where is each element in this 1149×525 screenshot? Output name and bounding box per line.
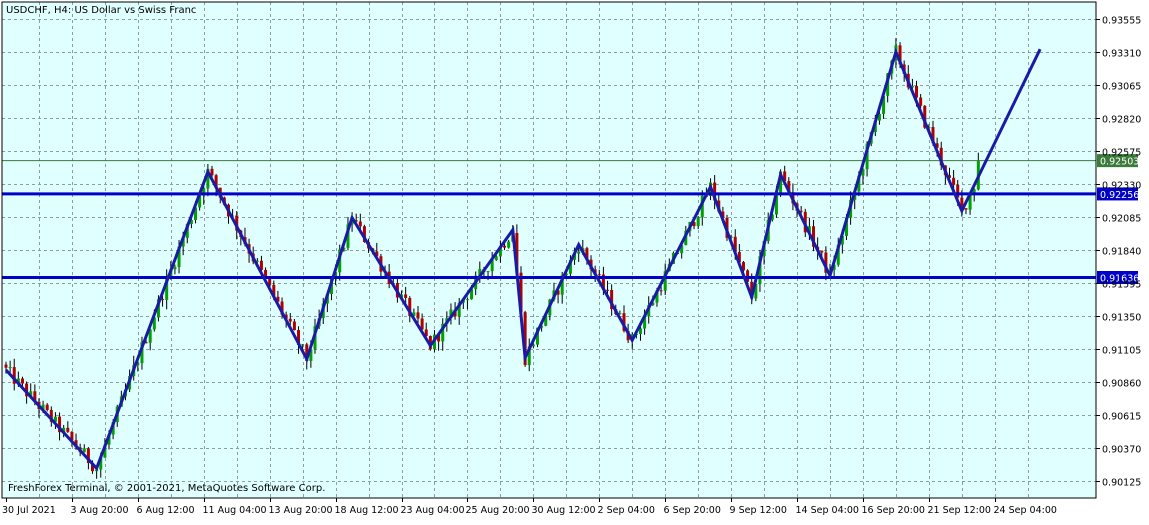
- price-axis[interactable]: 0.93555 0.93310 0.93065 0.92820 0.92575 0.923…: [1096, 16, 1141, 489]
- price-tick-label: 0.91595: [1102, 280, 1141, 291]
- candle-body-down: [820, 250, 824, 253]
- price-tick-label: 0.90125: [1102, 478, 1141, 489]
- copyright-label: FreshForex Terminal, © 2001-2021, MetaQu…: [8, 483, 325, 494]
- chart-canvas[interactable]: 0.925030.922560.91636 0.935550.933100.93…: [0, 0, 1149, 521]
- description-label: US Dollar vs Swiss Franc: [74, 5, 196, 16]
- chart-window[interactable]: 0.92503 0.92256 0.91636 0.93555 0.93310 0.93…: [0, 0, 1149, 521]
- price-tick-label: 0.90860: [1102, 379, 1141, 390]
- candle-body-down: [66, 427, 70, 432]
- price-tick-label: 0.91105: [1102, 346, 1141, 357]
- candle-body-down: [20, 378, 24, 384]
- candle-body-down: [659, 290, 663, 292]
- time-tick-label: 13 Aug 20:00: [269, 505, 333, 516]
- price-tick-label: 0.93310: [1102, 49, 1141, 60]
- candle-body-down: [597, 274, 601, 276]
- time-tick-label: 6 Sep 20:00: [664, 505, 721, 516]
- time-tick-label: 3 Aug 20:00: [71, 505, 129, 516]
- candle-body-down: [4, 364, 8, 368]
- candle-body-down: [288, 318, 292, 322]
- time-tick-label: 9 Sep 12:00: [730, 505, 787, 516]
- candle-body-down: [358, 221, 362, 227]
- candle-body-down: [416, 312, 420, 319]
- time-tick-label: 2 Sep 04:00: [598, 505, 655, 516]
- timeframe-label: H4:: [54, 5, 71, 16]
- candle-body-down: [45, 404, 49, 410]
- price-tick-label: 0.92820: [1102, 115, 1141, 126]
- price-tick-label: 0.91840: [1102, 247, 1141, 258]
- time-tick-label: 25 Aug 20:00: [466, 505, 530, 516]
- price-tick-label: 0.93555: [1102, 16, 1141, 27]
- price-tick-label: 0.92575: [1102, 148, 1141, 159]
- chart-header: USDCHF, H4: US Dollar vs Swiss Franc: [6, 5, 196, 16]
- time-tick-label: 11 Aug 04:00: [203, 505, 267, 516]
- time-tick-label: 18 Aug 12:00: [335, 505, 399, 516]
- price-tick-label: 0.92085: [1102, 214, 1141, 225]
- candle-body-up: [301, 344, 305, 346]
- time-tick-label: 30 Jul 2021: [2, 505, 56, 516]
- candle-body-up: [696, 217, 700, 227]
- candle-body-up: [507, 241, 511, 248]
- candle-body-down: [503, 245, 507, 248]
- price-tick-label: 0.90615: [1102, 412, 1141, 423]
- time-axis[interactable]: 30 Jul 2021 3 Aug 20:00 6 Aug 12:00 11 Aug …: [2, 498, 1057, 516]
- time-tick-label: 30 Aug 12:00: [532, 505, 596, 516]
- candle-body-up: [465, 299, 469, 301]
- candle-body-down: [606, 289, 610, 291]
- time-tick-label: 16 Sep 20:00: [862, 505, 925, 516]
- candle-body-down: [210, 168, 214, 176]
- price-tick-label: 0.92330: [1102, 181, 1141, 192]
- support-resistance-line-price-label: 0.92256: [1100, 190, 1139, 201]
- time-tick-label: 23 Aug 04:00: [401, 505, 465, 516]
- candle-body-up: [577, 251, 581, 254]
- candle-body-up: [8, 367, 12, 369]
- candle-body-up: [486, 271, 490, 273]
- candle-body-down: [292, 321, 296, 331]
- time-tick-label: 14 Sep 04:00: [796, 505, 859, 516]
- candle-body-up: [173, 267, 177, 270]
- time-tick-label: 21 Sep 12:00: [928, 505, 991, 516]
- candle-body-down: [964, 208, 968, 210]
- price-tick-label: 0.93065: [1102, 82, 1141, 93]
- candle-body-down: [952, 177, 956, 185]
- candle-body-down: [404, 294, 408, 298]
- price-tick-label: 0.91350: [1102, 313, 1141, 324]
- symbol-label: USDCHF,: [6, 5, 51, 16]
- price-tick-label: 0.90370: [1102, 445, 1141, 456]
- time-tick-label: 24 Sep 04:00: [994, 505, 1057, 516]
- time-tick-label: 6 Aug 12:00: [137, 505, 195, 516]
- candle-body-down: [919, 97, 923, 106]
